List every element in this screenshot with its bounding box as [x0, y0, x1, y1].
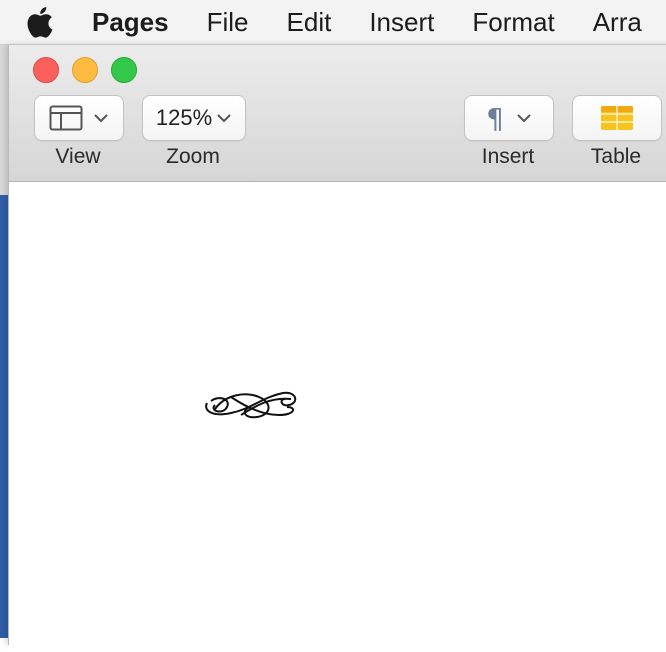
- fullscreen-button[interactable]: [111, 57, 137, 83]
- desktop-window-edge: [0, 195, 8, 638]
- menu-arrange[interactable]: Arra: [593, 0, 642, 44]
- menu-edit[interactable]: Edit: [287, 0, 332, 44]
- sidebar-layout-icon: [49, 105, 83, 131]
- insert-button[interactable]: ¶: [464, 95, 554, 141]
- zoom-dropdown[interactable]: 125%: [142, 95, 246, 141]
- menu-file[interactable]: File: [207, 0, 249, 44]
- view-button[interactable]: [34, 95, 124, 141]
- zoom-value: 125%: [155, 105, 213, 130]
- chevron-down-icon: [216, 113, 232, 123]
- table-label: Table: [590, 145, 642, 168]
- table-icon: [600, 105, 634, 131]
- zoom-label: Zoom: [166, 145, 220, 168]
- pages-window: View 125% Zoom ¶ Insert Table: [8, 45, 666, 652]
- menu-bar: Pages File Edit Insert Format Arra: [0, 0, 666, 45]
- insert-label: Insert: [481, 145, 535, 168]
- menu-format[interactable]: Format: [472, 0, 554, 44]
- apple-menu-icon[interactable]: [24, 5, 54, 39]
- pilcrow-icon: ¶: [486, 101, 504, 135]
- desktop-background: [0, 45, 8, 638]
- window-toolbar: View 125% Zoom ¶ Insert Table: [9, 45, 666, 182]
- menu-insert[interactable]: Insert: [369, 0, 434, 44]
- minimize-button[interactable]: [72, 57, 98, 83]
- document-canvas[interactable]: [9, 182, 666, 652]
- chevron-down-icon: [93, 113, 109, 123]
- flourish-ornament-icon[interactable]: [201, 385, 301, 430]
- view-label: View: [55, 145, 101, 168]
- menu-pages[interactable]: Pages: [92, 0, 169, 44]
- table-button[interactable]: [572, 95, 662, 141]
- close-button[interactable]: [33, 57, 59, 83]
- chevron-down-icon: [516, 113, 532, 123]
